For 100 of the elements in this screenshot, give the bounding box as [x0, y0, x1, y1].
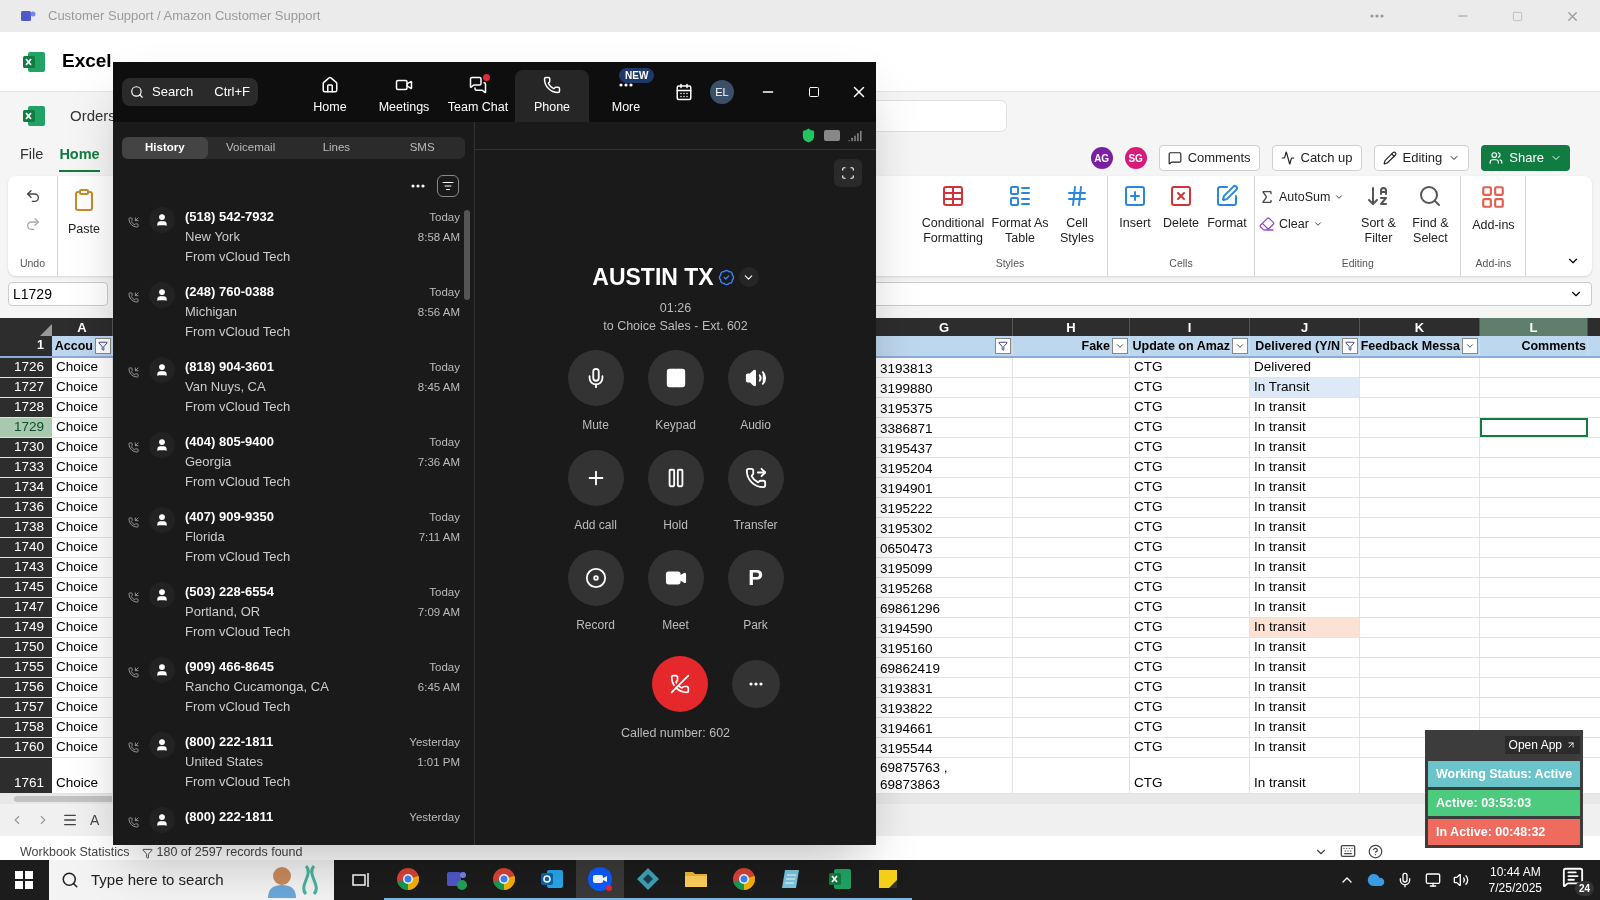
share-button[interactable]: Share — [1481, 145, 1570, 171]
comments-button[interactable]: Comments — [1158, 145, 1260, 171]
row-number[interactable]: 1730 — [0, 438, 52, 457]
row-number[interactable]: 1761 — [0, 758, 52, 793]
cloud-icon[interactable] — [1366, 871, 1385, 889]
browser-icon[interactable] — [396, 867, 420, 891]
paste-button[interactable]: Paste — [58, 176, 110, 276]
user-avatar[interactable]: EL — [710, 80, 734, 104]
ribbon-button[interactable]: Find & Select — [1404, 184, 1457, 246]
group-label: Styles — [995, 256, 1025, 272]
call-history-item[interactable]: (800) 222-1811 United States From vCloud Tech Yesterday 1:01 PM — [113, 732, 460, 807]
column-title: Feedback Messa — [1360, 337, 1460, 355]
nav-tab[interactable]: Meetings — [367, 70, 441, 122]
row-number[interactable]: 1728 — [0, 398, 52, 417]
history-tab[interactable]: Voicemail — [207, 137, 294, 159]
ribbon-button[interactable]: Delete — [1158, 184, 1204, 231]
nav-tab[interactable]: Phone — [515, 70, 589, 122]
row-number[interactable]: 1740 — [0, 538, 52, 557]
selected-cell[interactable] — [1480, 418, 1588, 437]
search-field[interactable] — [874, 100, 1007, 132]
taskbar-app[interactable] — [576, 860, 624, 900]
ribbon-button[interactable]: Sort & Filter — [1352, 184, 1405, 246]
help-icon[interactable] — [1368, 844, 1384, 859]
dropdown-button[interactable] — [1232, 338, 1248, 354]
filter-icon — [1345, 341, 1355, 351]
calendar-icon[interactable] — [675, 83, 693, 101]
phone-number: (503) 228-6554 — [185, 583, 275, 601]
undo-icon[interactable] — [24, 188, 41, 204]
keyboard-icon[interactable] — [1340, 843, 1357, 859]
history-tab[interactable]: History — [122, 137, 208, 159]
more-icon[interactable] — [411, 184, 425, 188]
mail-app-icon[interactable] — [540, 867, 564, 891]
call-control-button[interactable]: P — [727, 550, 784, 606]
video-app-icon[interactable] — [587, 866, 613, 892]
call-history-item[interactable]: (800) 222-1811 Yesterday — [113, 807, 460, 845]
row-number[interactable]: 1758 — [0, 718, 52, 737]
row-number[interactable]: 1755 — [0, 658, 52, 677]
volume-icon[interactable] — [1452, 872, 1469, 888]
row-number[interactable]: 1757 — [0, 698, 52, 717]
row-number[interactable]: 1736 — [0, 498, 52, 517]
dropdown-button[interactable] — [1462, 338, 1478, 354]
dropdown-button[interactable] — [1112, 338, 1128, 354]
ribbon-button[interactable]: AutoSum — [1259, 188, 1345, 207]
network-icon[interactable] — [1424, 872, 1441, 888]
start-icon[interactable] — [15, 871, 33, 889]
name-box[interactable]: L1729 — [8, 282, 108, 306]
row-number[interactable]: 1738 — [0, 518, 52, 537]
editing-button[interactable]: Editing — [1373, 145, 1470, 171]
row-number[interactable]: 1729 — [0, 418, 52, 437]
row-number[interactable]: 1750 — [0, 638, 52, 657]
ribbon-button[interactable]: Clear — [1259, 214, 1345, 234]
menu-icon[interactable] — [62, 812, 78, 828]
row-number[interactable]: 1733 — [0, 458, 52, 477]
expand-button[interactable] — [834, 159, 862, 187]
nav-tab[interactable]: Team Chat — [441, 70, 515, 122]
row-number[interactable]: 1726 — [0, 358, 52, 377]
ribbon-button[interactable]: Insert — [1112, 184, 1158, 231]
row-number[interactable]: 1745 — [0, 578, 52, 597]
row-number[interactable]: 1756 — [0, 678, 52, 697]
row-number[interactable]: 1747 — [0, 598, 52, 617]
browser-icon[interactable] — [732, 867, 756, 891]
row-number[interactable]: 1727 — [0, 378, 52, 397]
ribbon-button[interactable]: Conditional Formatting — [917, 184, 989, 246]
column-header[interactable]: L — [1480, 318, 1588, 336]
diamond-app-icon[interactable] — [636, 867, 660, 891]
history-tab[interactable]: SMS — [379, 137, 465, 159]
scrollbar-thumb[interactable] — [464, 210, 470, 300]
ribbon-button[interactable]: Cell Styles — [1051, 184, 1103, 246]
sticky-note-icon[interactable] — [876, 867, 900, 891]
ribbon-button[interactable]: Format As Table — [989, 184, 1051, 246]
task-view-icon[interactable] — [352, 872, 370, 888]
table-cell: 3195544 — [880, 740, 933, 757]
call-history-item[interactable]: (503) 228-6554 Portland, OR From vCloud Tech Today 7:09 AM — [113, 582, 460, 657]
browser-icon[interactable] — [492, 867, 516, 891]
call-history-item[interactable]: (248) 760-0388 Michigan From vCloud Tech Today 8:56 AM — [113, 282, 460, 357]
search-field[interactable]: Search Ctrl+F — [122, 78, 258, 106]
dropdown-button[interactable] — [738, 267, 759, 288]
row-number[interactable]: 1760 — [0, 738, 52, 757]
row-number[interactable]: 1743 — [0, 558, 52, 577]
row-number[interactable]: 1749 — [0, 618, 52, 637]
sheet-tab[interactable]: A — [90, 809, 100, 831]
row-number[interactable]: 1734 — [0, 478, 52, 497]
history-tab[interactable]: Lines — [293, 137, 380, 159]
call-history-item[interactable]: (407) 909-9350 Florida From vCloud Tech Today 7:11 AM — [113, 507, 460, 582]
scrollbar-thumb[interactable] — [14, 796, 112, 802]
catchup-button[interactable]: Catch up — [1271, 145, 1362, 171]
clock[interactable]: 10:44 AM 7/25/2025 — [1488, 864, 1542, 896]
ribbon-button[interactable]: Format — [1204, 184, 1250, 231]
filter-button[interactable] — [437, 175, 459, 197]
menu-tab[interactable]: Home — [59, 144, 100, 172]
call-history-item[interactable]: (818) 904-3601 Van Nuys, CA From vCloud Tech Today 8:45 AM — [113, 357, 460, 432]
search-icon — [61, 871, 79, 889]
call-history-item[interactable]: (404) 805-9400 Georgia From vCloud Tech Today 7:36 AM — [113, 432, 460, 507]
ribbon-button[interactable]: Add-ins — [1465, 184, 1522, 233]
taskbar-search-field[interactable]: Type here to search — [49, 860, 334, 900]
menu-tab[interactable]: File — [20, 144, 44, 172]
nav-tab[interactable]: Home — [293, 70, 367, 122]
call-history-item[interactable]: (518) 542-7932 New York From vCloud Tech Today 8:58 AM — [113, 207, 460, 282]
open-app-button[interactable]: Open App — [1504, 736, 1580, 754]
call-history-item[interactable]: (909) 466-8645 Rancho Cucamonga, CA From vCloud Tech Today 6:45 AM — [113, 657, 460, 732]
